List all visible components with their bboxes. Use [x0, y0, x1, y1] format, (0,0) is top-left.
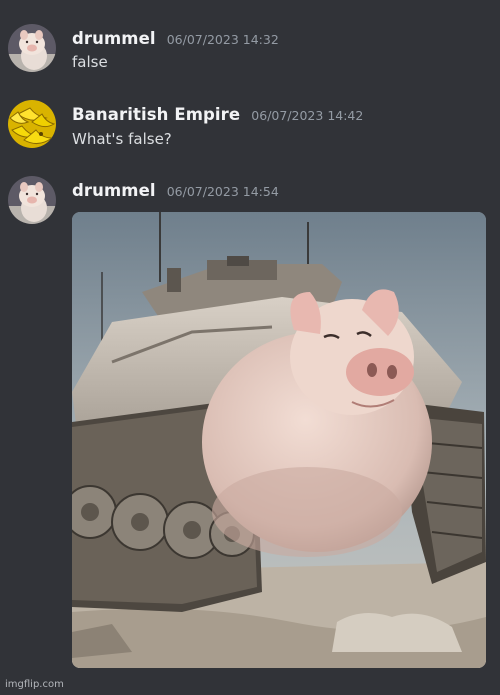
banana-avatar-icon[interactable]	[8, 100, 56, 148]
pig-tank-image[interactable]	[72, 212, 486, 668]
message-header: drummel 06/07/2023 14:54	[72, 181, 279, 200]
message-text: What's false?	[72, 130, 172, 148]
message-header: Banaritish Empire 06/07/2023 14:42	[72, 105, 363, 124]
username[interactable]: drummel	[72, 181, 156, 200]
username[interactable]: drummel	[72, 29, 156, 48]
username[interactable]: Banaritish Empire	[72, 105, 240, 124]
imgflip-watermark: imgflip.com	[5, 679, 64, 690]
chat-message-list: drummel 06/07/2023 14:32 false Banaritis…	[0, 0, 500, 695]
timestamp: 06/07/2023 14:42	[251, 108, 364, 123]
timestamp: 06/07/2023 14:32	[166, 32, 279, 47]
pig-avatar-icon[interactable]	[8, 176, 56, 224]
timestamp: 06/07/2023 14:54	[166, 184, 279, 199]
message-header: drummel 06/07/2023 14:32	[72, 29, 279, 48]
message-text: false	[72, 53, 108, 71]
pig-avatar-icon[interactable]	[8, 24, 56, 72]
